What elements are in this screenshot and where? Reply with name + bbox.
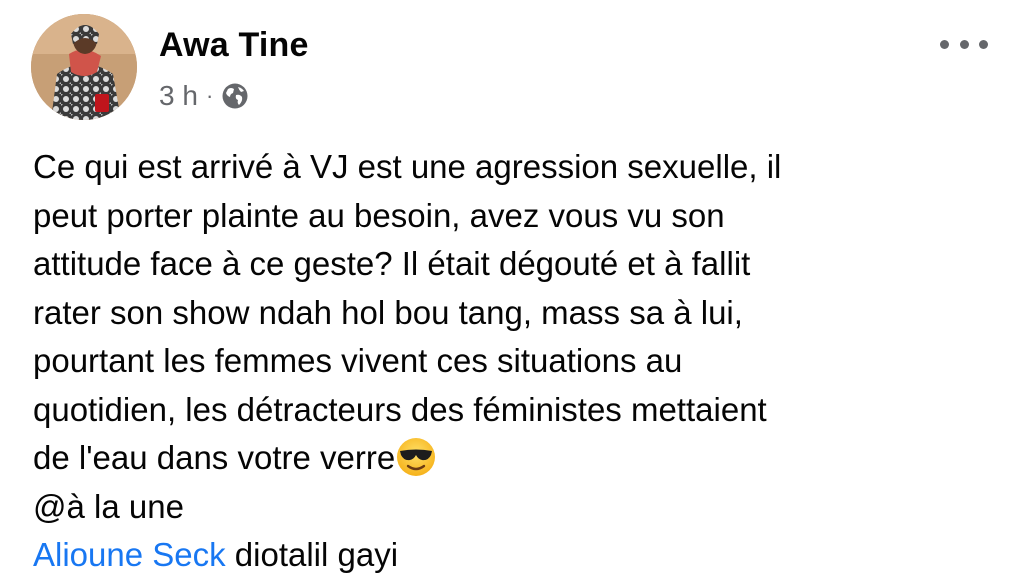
smiling-face-with-sunglasses-icon — [395, 436, 437, 478]
post-text-line: pourtant les femmes vivent ces situation… — [33, 342, 683, 379]
post-text-segment: de l'eau dans votre verre — [33, 439, 396, 476]
post-text-line: quotidien, les détracteurs des féministe… — [33, 390, 767, 428]
mention-link[interactable]: Alioune Seck — [33, 536, 226, 573]
author-avatar[interactable] — [31, 14, 137, 120]
avatar-photo — [31, 14, 137, 120]
more-dot — [940, 39, 949, 49]
post-text-line: attitude face à ce geste? Il était dégou… — [33, 245, 751, 282]
meta-separator: · — [205, 83, 214, 108]
facebook-post: Awa Tine 3 h · Ce qui est arrivé à VJ es… — [0, 0, 1024, 587]
mention-suffix: diotalil gayi — [225, 536, 399, 573]
more-dot — [979, 39, 988, 49]
post-text-line: rater son show ndah hol bou tang, mass s… — [33, 293, 743, 331]
post-text-line-emoji: de l'eau dans votre verre — [33, 434, 1008, 483]
post-text-line: Ce qui est arrivé à VJ est une agression… — [33, 148, 782, 185]
post-meta: 3 h · — [159, 78, 249, 114]
tag-line: @à la une — [33, 487, 184, 525]
author-name[interactable]: Awa Tine — [159, 26, 309, 65]
globe-icon[interactable] — [221, 82, 249, 110]
post-text-line: peut porter plainte au besoin, avez vous… — [33, 196, 725, 234]
post-body: Ce qui est arrivé à VJ est une agression… — [33, 143, 1008, 580]
post-timestamp[interactable]: 3 h — [159, 80, 198, 112]
more-dot — [959, 39, 969, 49]
more-options-button[interactable] — [940, 30, 988, 58]
mention-line: Alioune Seck diotalil gayi — [33, 531, 1008, 580]
